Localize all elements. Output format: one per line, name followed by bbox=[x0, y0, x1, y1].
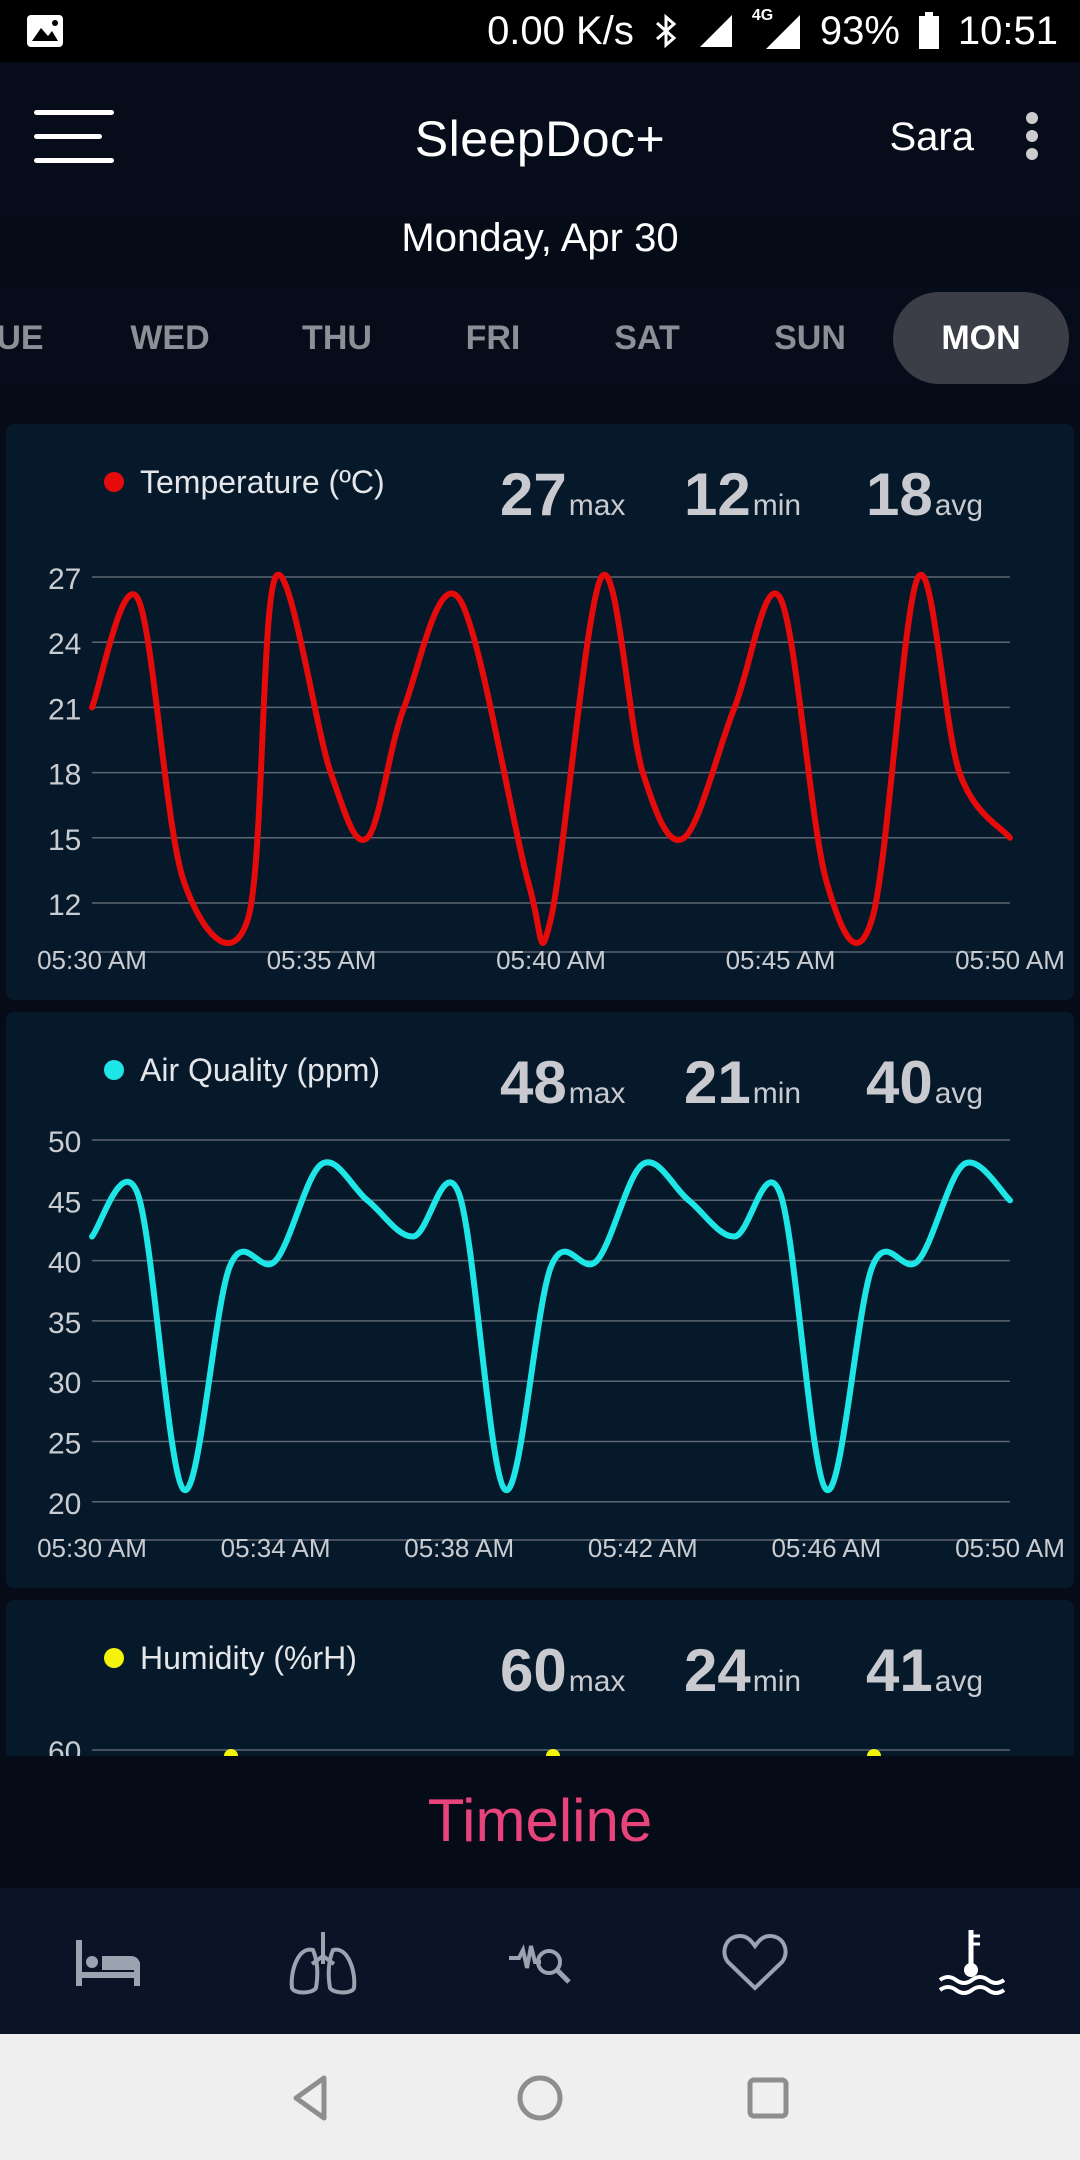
selected-date: Monday, Apr 30 bbox=[401, 216, 679, 260]
day-tab-mon[interactable]: MON bbox=[893, 292, 1069, 384]
humidity-chart: 60 bbox=[48, 1736, 1010, 1756]
temperature-x-tick-label: 05:50 AM bbox=[955, 945, 1065, 975]
air-quality-y-tick-label: 45 bbox=[48, 1186, 81, 1219]
temperature-y-tick-label: 18 bbox=[48, 759, 81, 792]
lungs-icon[interactable] bbox=[268, 1906, 378, 2016]
home-icon[interactable] bbox=[510, 2068, 570, 2128]
signal-4g-icon bbox=[765, 15, 800, 49]
user-name[interactable]: Sara bbox=[890, 115, 975, 160]
air-quality-y-tick-label: 20 bbox=[48, 1488, 81, 1521]
gallery-notification-icon bbox=[27, 15, 63, 47]
air-quality-card: Air Quality (ppm) 48max 21min 40avg 50 45… bbox=[6, 1012, 1074, 1588]
humidity-y-tick-label: 60 bbox=[48, 1736, 81, 1756]
timeline-button[interactable]: Timeline bbox=[0, 1786, 1080, 1855]
day-tab-sun[interactable]: SUN bbox=[750, 288, 870, 388]
timeline-bar: Timeline bbox=[0, 1756, 1080, 1888]
humidity-card: Humidity (%rH) 60max 24min 41avg 60 bbox=[6, 1600, 1074, 1756]
temperature-water-icon[interactable] bbox=[916, 1906, 1026, 2016]
network-type: 4G bbox=[752, 7, 802, 51]
bluetooth-icon bbox=[655, 13, 677, 49]
system-navigation-bar bbox=[0, 2034, 1080, 2160]
bed-icon[interactable] bbox=[52, 1906, 162, 2016]
temperature-y-tick-label: 15 bbox=[48, 824, 81, 857]
recents-icon[interactable] bbox=[738, 2068, 798, 2128]
temperature-y-tick-label: 27 bbox=[48, 563, 81, 596]
air-quality-y-tick-label: 40 bbox=[48, 1247, 81, 1280]
app-bar: SleepDoc+ Sara bbox=[0, 62, 1080, 222]
air-quality-y-tick-label: 30 bbox=[48, 1367, 81, 1400]
temperature-series-line bbox=[89, 571, 1013, 946]
heart-icon[interactable] bbox=[700, 1906, 810, 2016]
temperature-x-tick-label: 05:35 AM bbox=[267, 945, 377, 975]
temperature-x-tick-label: 05:40 AM bbox=[496, 945, 606, 975]
battery-icon bbox=[918, 12, 939, 49]
air-quality-x-tick-label: 05:46 AM bbox=[771, 1533, 881, 1563]
temperature-y-tick-label: 21 bbox=[48, 693, 81, 726]
temperature-x-tick-label: 05:45 AM bbox=[726, 945, 836, 975]
temperature-y-tick-label: 12 bbox=[48, 889, 81, 922]
air-quality-y-tick-label: 35 bbox=[48, 1307, 81, 1340]
air-quality-x-tick-label: 05:50 AM bbox=[955, 1533, 1065, 1563]
air-quality-y-tick-label: 25 bbox=[48, 1428, 81, 1461]
air-quality-x-tick-label: 05:34 AM bbox=[221, 1533, 331, 1563]
status-bar: 0.00 K/s 4G 93% 10:51 bbox=[0, 0, 1080, 62]
day-tab-fri[interactable]: FRI bbox=[433, 288, 553, 388]
air-quality-x-tick-label: 05:42 AM bbox=[588, 1533, 698, 1563]
air-quality-x-tick-label: 05:30 AM bbox=[37, 1533, 147, 1563]
network-speed: 0.00 K/s bbox=[487, 8, 634, 53]
temperature-y-tick-label: 24 bbox=[48, 628, 81, 661]
signal-icon bbox=[699, 15, 732, 47]
day-tab-tue[interactable]: UE bbox=[0, 288, 60, 388]
day-tab-thu[interactable]: THU bbox=[277, 288, 397, 388]
temperature-card: Temperature (ºC) 27max 12min 18avg 27 24 2… bbox=[6, 424, 1074, 1000]
air-quality-chart: 50 45 40 35 30 25 20 05:30 AM 05:34 AM 05:38 AM 05… bbox=[37, 1126, 1065, 1563]
day-tab-wed[interactable]: WED bbox=[110, 288, 230, 388]
air-quality-x-tick-label: 05:38 AM bbox=[404, 1533, 514, 1563]
temperature-x-tick-label: 05:30 AM bbox=[37, 945, 147, 975]
bottom-navigation bbox=[0, 1888, 1080, 2034]
more-options-icon[interactable] bbox=[1024, 112, 1040, 160]
back-icon[interactable] bbox=[280, 2068, 340, 2128]
air-quality-y-tick-label: 50 bbox=[48, 1126, 81, 1159]
day-selector: UE WED THU FRI SAT SUN MON bbox=[0, 288, 1080, 388]
clock: 10:51 bbox=[957, 8, 1058, 53]
heart-rate-search-icon[interactable] bbox=[485, 1906, 595, 2016]
battery-percent: 93% bbox=[819, 8, 900, 53]
temperature-chart: 27 24 21 18 15 12 05:30 AM 05:35 AM 05:40 AM 05:4… bbox=[37, 563, 1065, 975]
day-tab-sat[interactable]: SAT bbox=[587, 288, 707, 388]
